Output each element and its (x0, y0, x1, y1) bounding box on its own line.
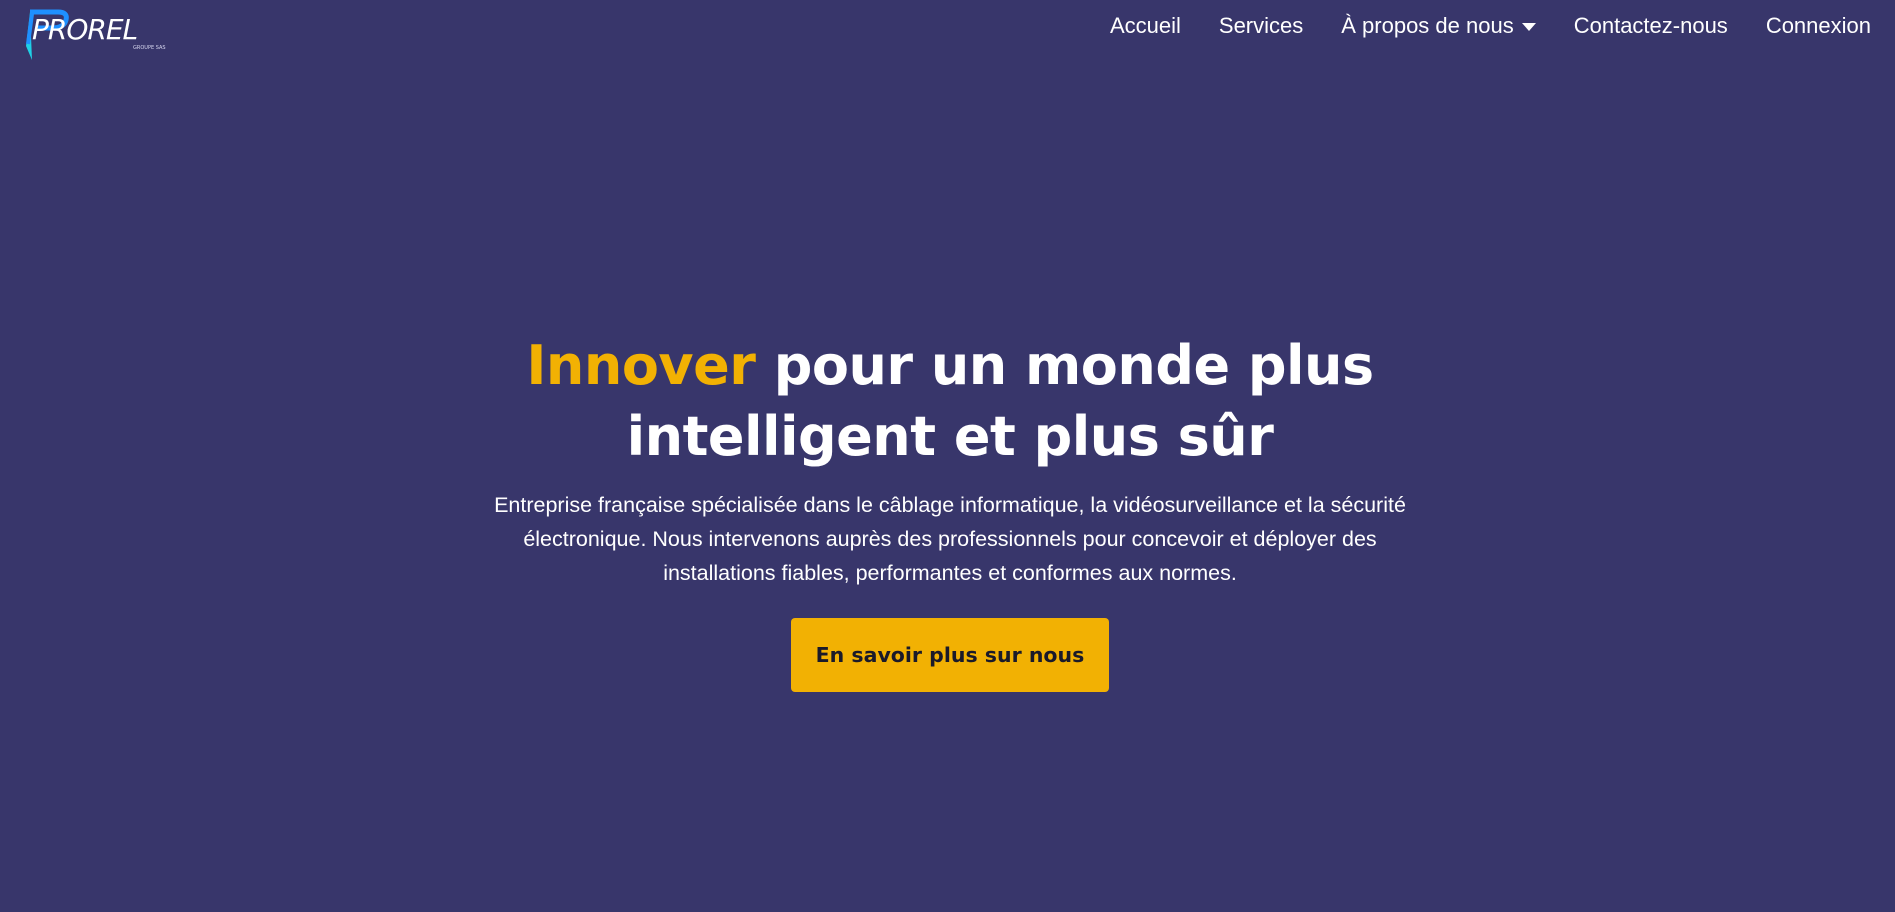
cta-wrapper: En savoir plus sur nous (0, 618, 1895, 692)
hero-section: Innover pour un monde plus intelligent e… (0, 330, 1895, 692)
learn-more-button[interactable]: En savoir plus sur nous (791, 618, 1109, 692)
page: PROREL GROUPE SAS Accueil Services À pro… (0, 0, 1895, 912)
hero-title-line1: pour un monde plus (755, 334, 1374, 397)
nav-item-services[interactable]: Services (1219, 13, 1303, 39)
logo[interactable]: PROREL GROUPE SAS (22, 6, 168, 62)
caret-down-icon (1521, 23, 1536, 31)
nav-item-a-propos[interactable]: À propos de nous (1341, 13, 1536, 39)
nav-item-contact[interactable]: Contactez-nous (1574, 13, 1728, 39)
hero-title-line2: intelligent et plus sûr (626, 405, 1274, 468)
main-nav: Accueil Services À propos de nous Contac… (1110, 0, 1871, 52)
site-header: PROREL GROUPE SAS Accueil Services À pro… (0, 0, 1895, 64)
nav-item-connexion[interactable]: Connexion (1766, 13, 1871, 39)
hero-description: Entreprise française spécialisée dans le… (494, 493, 1406, 585)
logo-subtext: GROUPE SAS (133, 45, 166, 51)
nav-item-a-propos-label: À propos de nous (1341, 13, 1514, 38)
logo-text: PROREL (32, 13, 138, 46)
hero-title: Innover pour un monde plus intelligent e… (0, 330, 1895, 472)
nav-item-accueil[interactable]: Accueil (1110, 13, 1181, 39)
hero-title-accent: Innover (526, 334, 756, 397)
